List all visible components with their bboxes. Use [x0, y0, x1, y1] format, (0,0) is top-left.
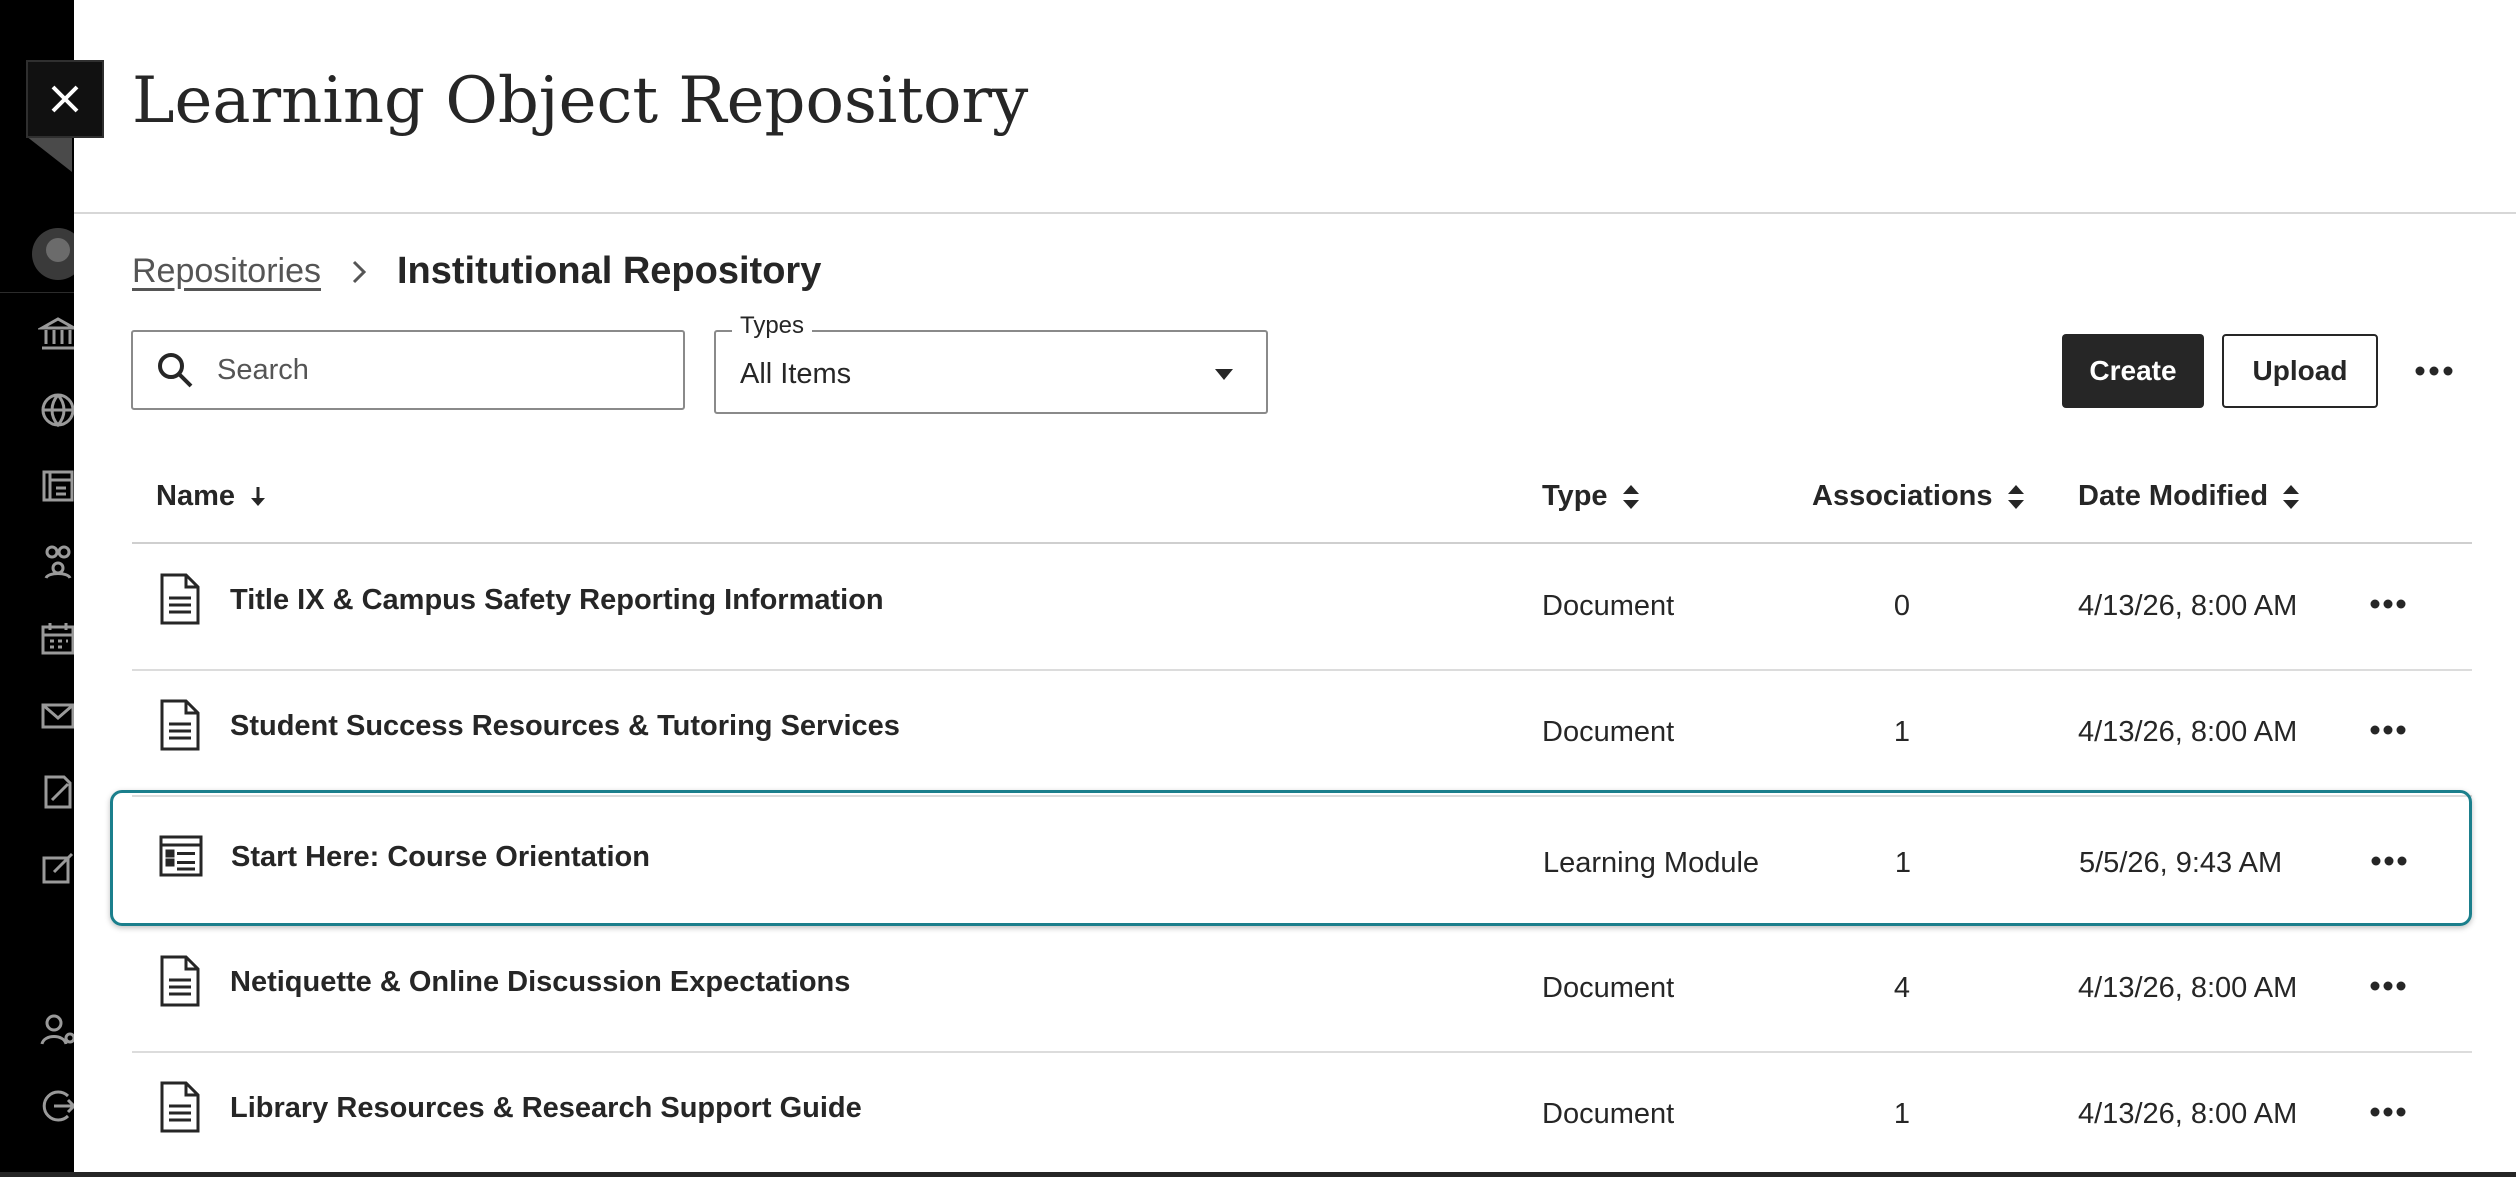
rail-divider [0, 292, 74, 293]
profile-icon[interactable] [38, 1010, 78, 1050]
breadcrumb-current: Institutional Repository [396, 250, 822, 292]
search-input[interactable] [215, 352, 659, 388]
more-horizontal-icon [2370, 599, 2406, 609]
upload-button[interactable]: Upload [2222, 334, 2378, 408]
row-associations: 4 [1893, 972, 1911, 1004]
breadcrumb-repositories-link[interactable]: Repositories [132, 252, 321, 291]
table-row-selected[interactable]: Start Here: Course Orientation Learning … [110, 790, 2472, 926]
search-box[interactable] [131, 330, 685, 410]
learning-module-icon [159, 829, 203, 883]
row-date-modified: 4/13/26, 8:00 AM [2078, 590, 2298, 622]
row-type: Learning Module [1543, 847, 1760, 879]
table-row[interactable]: Title IX & Campus Safety Reporting Infor… [132, 544, 2472, 671]
more-options-button[interactable] [2412, 354, 2456, 388]
page-title: Learning Object Repository [132, 64, 1029, 138]
row-name[interactable]: Library Resources & Research Support Gui… [230, 1092, 862, 1125]
chevron-right-icon [352, 260, 367, 283]
courses-icon[interactable] [38, 466, 78, 506]
types-selected-value: All Items [740, 358, 852, 390]
more-horizontal-icon [2370, 725, 2406, 735]
more-horizontal-icon [2370, 1107, 2406, 1117]
table-row[interactable]: Netiquette & Online Discussion Expectati… [132, 926, 2472, 1053]
table-row[interactable]: Library Resources & Research Support Gui… [132, 1052, 2472, 1177]
document-icon [158, 954, 202, 1008]
row-name[interactable]: Netiquette & Online Discussion Expectati… [230, 966, 850, 999]
row-more-button[interactable] [2368, 716, 2408, 744]
sort-icon [2007, 484, 2024, 509]
row-name[interactable]: Title IX & Campus Safety Reporting Infor… [230, 584, 884, 617]
sort-descending-icon [251, 486, 265, 506]
row-date-modified: 4/13/26, 8:00 AM [2078, 972, 2298, 1004]
messages-icon[interactable] [38, 696, 78, 736]
column-header-associations[interactable]: Associations [1812, 480, 2027, 513]
row-associations: 1 [1894, 847, 1912, 879]
create-button[interactable]: Create [2062, 334, 2204, 408]
row-date-modified: 4/13/26, 8:00 AM [2078, 716, 2298, 748]
column-header-name[interactable]: Name [156, 480, 269, 513]
row-more-button[interactable] [2368, 972, 2408, 1000]
repository-panel: Learning Object Repository Repositories … [74, 0, 2516, 1172]
types-select[interactable]: Types All Items [714, 312, 1268, 414]
row-type: Document [1542, 1098, 1675, 1130]
column-header-type[interactable]: Type [1542, 480, 1642, 513]
row-more-button[interactable] [2368, 1098, 2408, 1126]
globe-icon[interactable] [38, 390, 78, 430]
document-icon [158, 572, 202, 626]
row-more-button[interactable] [2369, 847, 2409, 875]
row-type: Document [1542, 716, 1675, 748]
more-horizontal-icon [2371, 856, 2407, 866]
sign-out-icon[interactable] [38, 1086, 78, 1126]
column-header-type-label: Type [1542, 480, 1608, 512]
sort-icon [1622, 484, 1639, 509]
close-tab-fold [26, 136, 72, 172]
more-horizontal-icon [2415, 366, 2453, 376]
grades-icon[interactable] [38, 772, 78, 812]
breadcrumb: Repositories Institutional Repository [132, 250, 821, 293]
tools-icon[interactable] [38, 848, 78, 888]
close-panel-button[interactable] [26, 60, 104, 138]
row-more-button[interactable] [2368, 590, 2408, 618]
column-header-date-modified[interactable]: Date Modified [2078, 480, 2302, 513]
document-icon [158, 698, 202, 752]
search-icon [158, 353, 193, 388]
sort-icon [2283, 484, 2300, 509]
institution-icon[interactable] [38, 314, 78, 354]
row-name[interactable]: Start Here: Course Orientation [231, 841, 650, 874]
close-icon [51, 85, 79, 113]
table-row[interactable]: Student Success Resources & Tutoring Ser… [132, 670, 2472, 797]
row-type: Document [1542, 972, 1675, 1004]
table-header: Name Type Associations Date Modified [132, 464, 2472, 544]
column-header-associations-label: Associations [1812, 480, 1993, 512]
row-date-modified: 5/5/26, 9:43 AM [2079, 847, 2283, 879]
organizations-icon[interactable] [38, 542, 78, 582]
column-header-name-label: Name [156, 480, 235, 512]
row-type: Document [1542, 590, 1675, 622]
more-horizontal-icon [2370, 981, 2406, 991]
row-associations: 0 [1893, 590, 1911, 622]
row-associations: 1 [1893, 716, 1911, 748]
row-name[interactable]: Student Success Resources & Tutoring Ser… [230, 710, 900, 743]
row-associations: 1 [1893, 1098, 1911, 1130]
left-nav-rail [0, 0, 84, 1172]
row-date-modified: 4/13/26, 8:00 AM [2078, 1098, 2298, 1130]
caret-down-icon [1215, 369, 1233, 380]
document-icon [158, 1080, 202, 1134]
panel-header: Learning Object Repository [74, 0, 2516, 214]
types-label: Types [732, 312, 813, 340]
calendar-icon[interactable] [38, 618, 78, 658]
column-header-date-label: Date Modified [2078, 480, 2269, 512]
